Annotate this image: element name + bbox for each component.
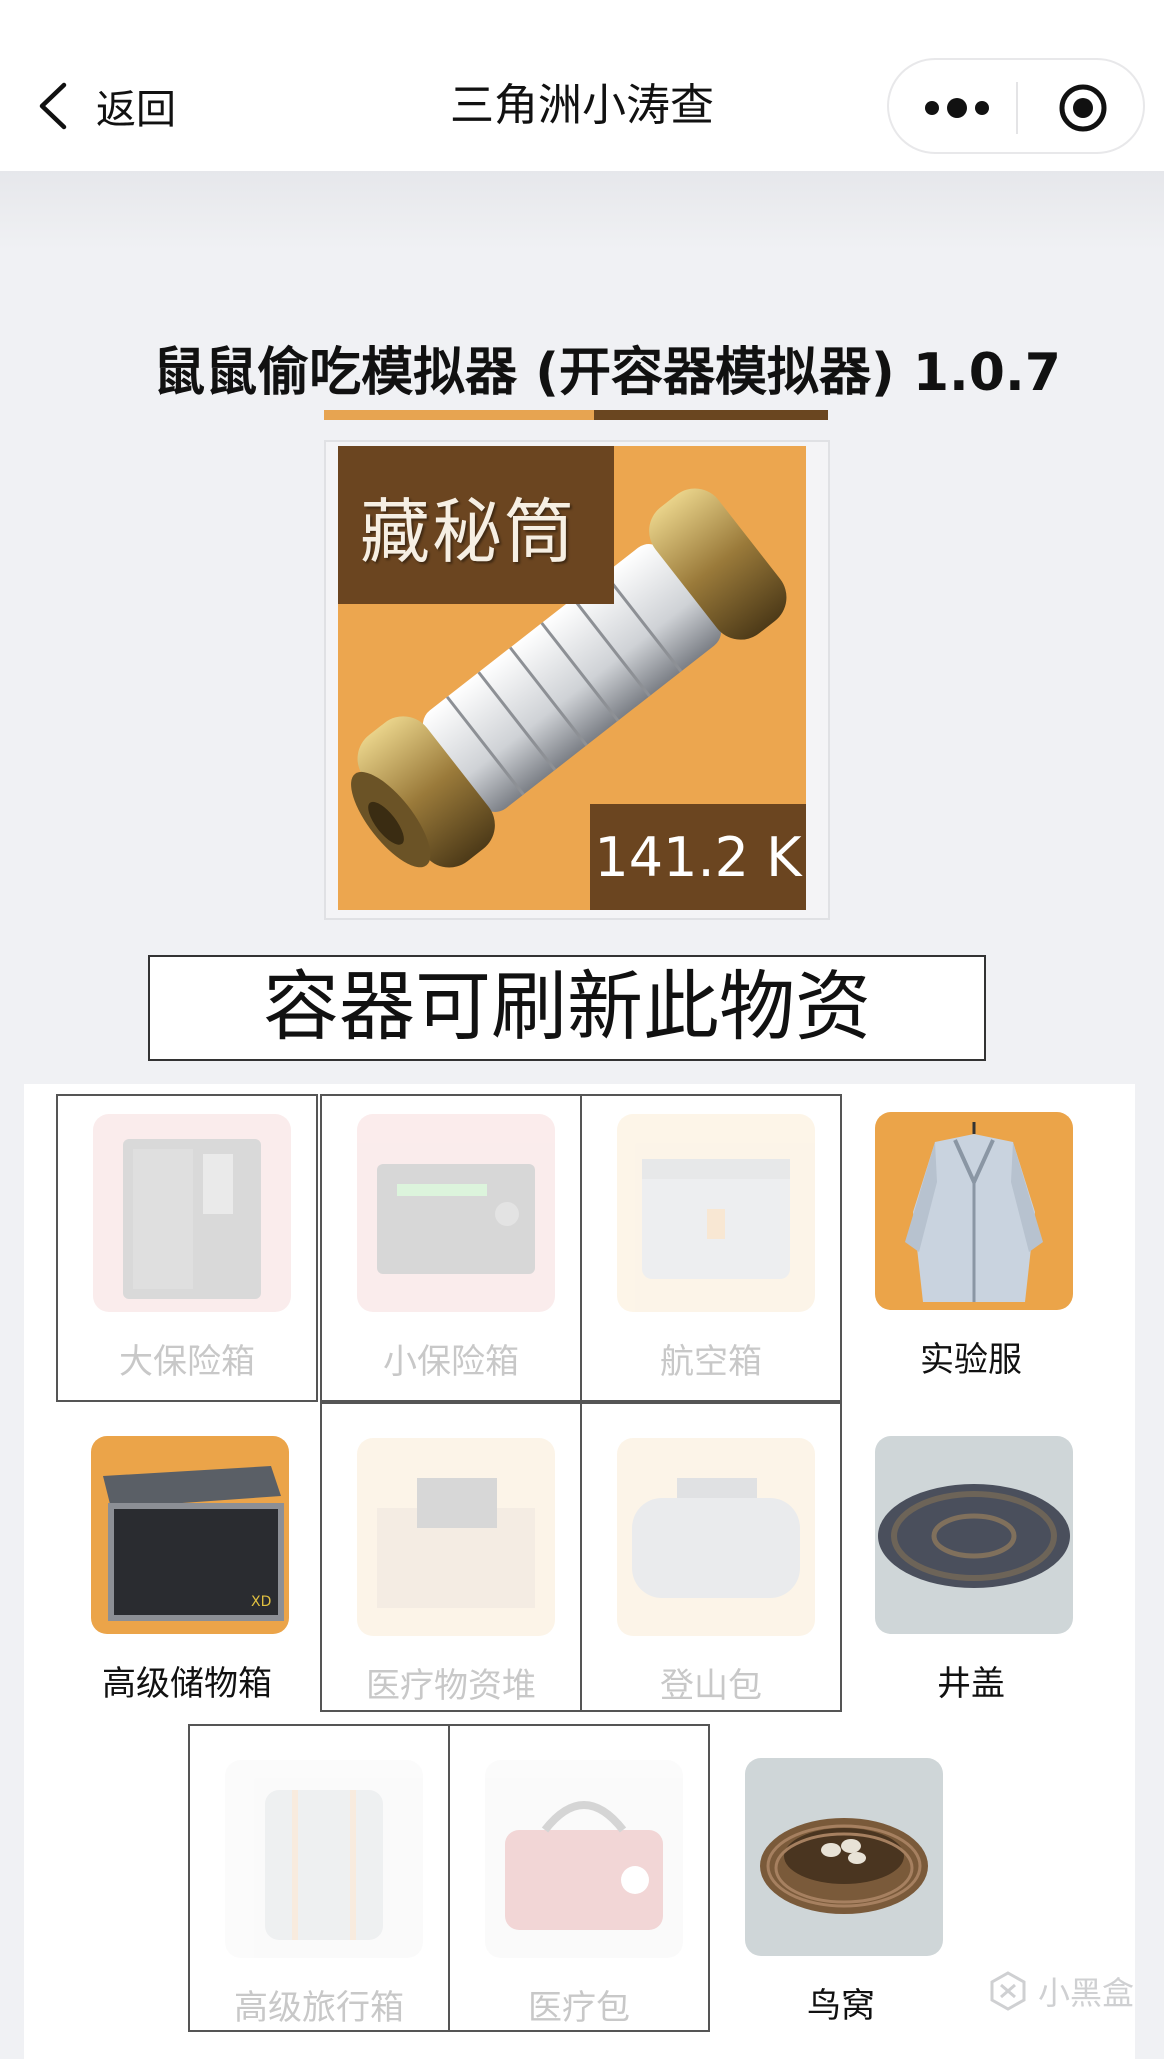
container-hiking-bag[interactable]: 登山包: [580, 1402, 842, 1712]
refresh-banner: 容器可刷新此物资: [148, 955, 986, 1061]
container-label: 高级旅行箱: [234, 1988, 404, 2028]
hiking-bag-icon: [617, 1438, 815, 1636]
container-air-case[interactable]: 航空箱: [580, 1094, 842, 1402]
container-medical-bag[interactable]: 医疗包: [448, 1724, 710, 2032]
container-label: 航空箱: [660, 1342, 762, 1382]
lab-coat-icon: [875, 1112, 1073, 1310]
container-small-safe[interactable]: 小保险箱: [320, 1094, 582, 1402]
storage-box-icon: XD: [91, 1436, 289, 1634]
medical-supply-pile-icon: [357, 1438, 555, 1636]
svg-text:XD: XD: [251, 1594, 271, 1610]
container-label: 登山包: [660, 1666, 762, 1706]
item-value-box: 141.2 K: [590, 804, 806, 910]
dot-icon: [947, 98, 967, 118]
container-label: 医疗包: [528, 1988, 630, 2028]
container-storage-box[interactable]: XD 高级储物箱: [56, 1418, 318, 1726]
container-label: 医疗物资堆: [366, 1666, 536, 1706]
dot-icon: [925, 101, 939, 115]
capsule-divider: [1016, 82, 1018, 134]
large-safe-icon: [93, 1114, 291, 1312]
suitcase-icon: [225, 1760, 423, 1958]
container-label: 小保险箱: [383, 1342, 519, 1382]
item-card: 藏秘筒 141.2 K: [338, 446, 806, 910]
watermark-text: 小黑盒: [1038, 1974, 1135, 2012]
header-band: [0, 171, 1164, 251]
small-safe-icon: [357, 1114, 555, 1312]
container-label: 大保险箱: [119, 1342, 255, 1382]
nav-bar: 返回 三角洲小涛查: [0, 0, 1164, 171]
item-name-box: 藏秘筒: [338, 446, 614, 604]
container-lab-coat[interactable]: 实验服: [840, 1094, 1102, 1402]
bird-nest-icon: [745, 1758, 943, 1956]
manhole-cover-icon: [875, 1436, 1073, 1634]
medical-bag-icon: [485, 1760, 683, 1958]
mini-program-capsule: [887, 58, 1145, 154]
heybox-logo-icon: [990, 1971, 1026, 2011]
more-menu-button[interactable]: [925, 88, 989, 128]
dot-icon: [975, 101, 989, 115]
container-medical-supply-pile[interactable]: 医疗物资堆: [320, 1402, 582, 1712]
container-label: 高级储物箱: [102, 1664, 272, 1704]
container-label: 实验服: [920, 1340, 1022, 1380]
air-case-icon: [617, 1114, 815, 1312]
container-label: 井盖: [937, 1664, 1005, 1704]
item-value: 141.2 K: [594, 826, 802, 889]
container-large-safe[interactable]: 大保险箱: [56, 1094, 318, 1402]
watermark: 小黑盒: [986, 1968, 1134, 2014]
container-grid: 大保险箱 小保险箱 航空箱 实验服 XD 高级储物箱 医疗物资堆 登山包 井盖 …: [24, 1084, 1135, 2059]
close-target-icon[interactable]: [1057, 82, 1109, 134]
container-suitcase[interactable]: 高级旅行箱: [188, 1724, 450, 2032]
container-label: 鸟窝: [807, 1986, 875, 2026]
page-title: 鼠鼠偷吃模拟器 (开容器模拟器) 1.0.7: [153, 343, 1061, 403]
container-bird-nest[interactable]: 鸟窝: [710, 1740, 972, 2048]
hero-top-strip: [324, 410, 828, 420]
item-name: 藏秘筒: [360, 491, 576, 573]
container-manhole-cover[interactable]: 井盖: [840, 1418, 1102, 1726]
